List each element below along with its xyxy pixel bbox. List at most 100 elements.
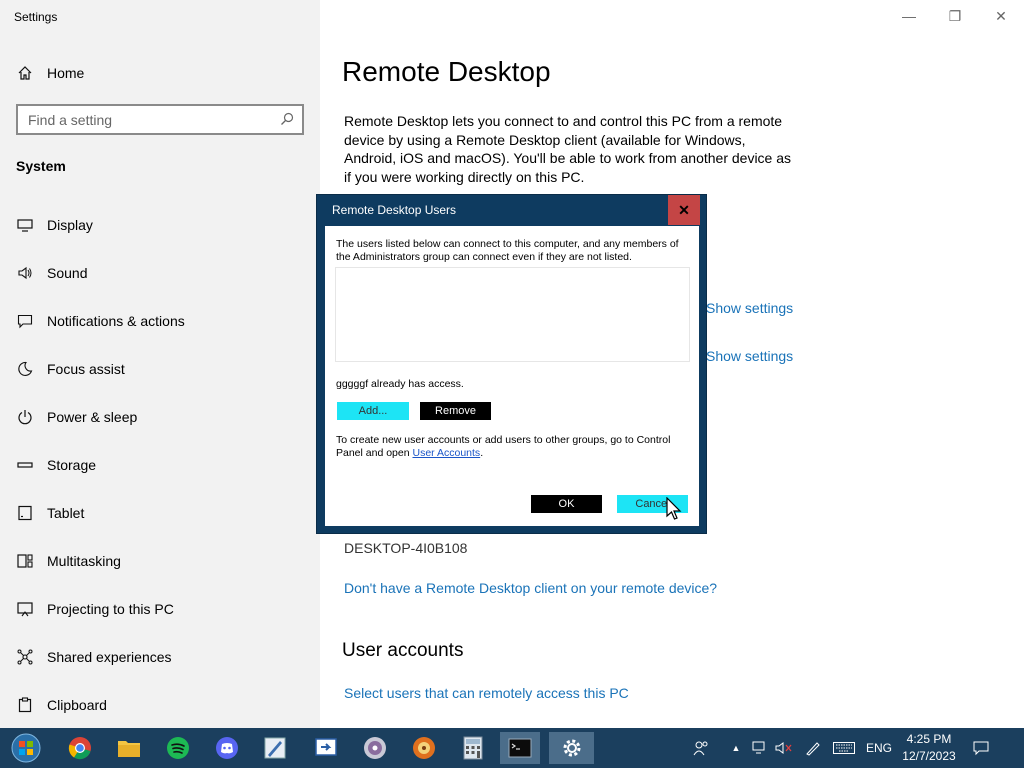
moon-icon (16, 360, 34, 378)
sidebar-item-projecting[interactable]: Projecting to this PC (0, 589, 320, 629)
minimize-icon: — (902, 8, 916, 24)
notifications-icon (16, 312, 34, 330)
volume-muted-icon (775, 742, 792, 754)
sidebar-item-label: Clipboard (47, 697, 107, 713)
user-accounts-link[interactable]: User Accounts (412, 447, 480, 459)
start-icon (11, 733, 41, 763)
sidebar-item-label: Power & sleep (47, 409, 138, 425)
taskbar-chrome[interactable] (60, 732, 100, 764)
remote-app-icon (315, 738, 337, 756)
restore-button[interactable]: ❐ (932, 0, 978, 32)
action-center-button[interactable] (968, 728, 994, 768)
sidebar-item-sound[interactable]: Sound (0, 253, 320, 293)
sidebar-item-tablet[interactable]: Tablet (0, 493, 320, 533)
sidebar-item-label: Display (47, 217, 93, 233)
minimize-button[interactable]: — (886, 0, 932, 32)
settings-icon (563, 739, 580, 757)
ok-button[interactable]: OK (531, 495, 602, 513)
remote-desktop-users-dialog: Remote Desktop Users ✕ The users listed … (316, 194, 707, 534)
taskbar-disc-app[interactable] (355, 732, 395, 764)
taskbar-clock[interactable]: 4:25 PM 12/7/2023 (897, 731, 961, 765)
close-window-button[interactable]: ✕ (978, 0, 1024, 32)
user-accounts-heading: User accounts (342, 640, 464, 661)
calculator-icon (463, 736, 483, 760)
start-button[interactable] (6, 732, 46, 764)
select-users-link[interactable]: Select users that can remotely access th… (344, 685, 629, 701)
discord-icon (216, 737, 238, 759)
multitasking-icon (16, 552, 34, 570)
sidebar-item-clipboard[interactable]: Clipboard (0, 685, 320, 725)
terminal-icon (508, 738, 532, 758)
page-description: Remote Desktop lets you connect to and c… (344, 113, 792, 185)
mouse-cursor-icon (666, 497, 682, 520)
show-settings-link-2[interactable]: Show settings (706, 348, 793, 364)
clock-time: 4:25 PM (906, 732, 952, 746)
sidebar-item-label: Sound (47, 265, 88, 281)
sidebar-item-storage[interactable]: Storage (0, 445, 320, 485)
taskbar-media-app[interactable] (404, 732, 444, 764)
tray-overflow-button[interactable]: ▲ (728, 728, 744, 768)
dialog-close-button[interactable]: ✕ (668, 195, 700, 225)
search-input[interactable] (18, 106, 268, 133)
create-info-suffix: . (480, 447, 484, 459)
settings-sidebar: Settings Home System Display Sound Notif… (0, 0, 320, 728)
users-list[interactable] (335, 267, 690, 362)
app-title: Settings (14, 10, 58, 24)
taskbar-terminal[interactable] (500, 732, 540, 764)
taskbar-discord[interactable] (207, 732, 247, 764)
access-status-text: gggggf already has access. (336, 378, 464, 390)
sidebar-item-home[interactable]: Home (0, 53, 320, 93)
taskbar-remote-app[interactable] (306, 732, 346, 764)
tablet-icon (16, 504, 34, 522)
projecting-icon (16, 600, 34, 618)
volume-button[interactable] (774, 728, 794, 768)
sidebar-item-power-sleep[interactable]: Power & sleep (0, 397, 320, 437)
create-accounts-info: To create new user accounts or add users… (336, 434, 691, 460)
sidebar-item-label: Storage (47, 457, 97, 473)
sound-icon (16, 264, 34, 282)
sidebar-item-notifications[interactable]: Notifications & actions (0, 301, 320, 341)
spotify-icon (167, 737, 189, 759)
search-field[interactable] (16, 104, 304, 135)
home-icon (16, 64, 34, 82)
create-info-text: To create new user accounts or add users… (336, 434, 671, 459)
shared-icon (16, 648, 34, 666)
close-icon: ✕ (678, 201, 690, 218)
sidebar-item-focus-assist[interactable]: Focus assist (0, 349, 320, 389)
taskbar: ▲ ENG 4:25 PM 12/7/2023 (0, 728, 1024, 768)
power-icon (16, 408, 34, 426)
pen-workspace-button[interactable] (802, 728, 824, 768)
no-client-link[interactable]: Don't have a Remote Desktop client on yo… (344, 580, 717, 596)
pen-app-icon (264, 737, 286, 759)
language-indicator[interactable]: ENG (864, 728, 894, 768)
add-user-button[interactable]: Add... (337, 402, 409, 420)
dialog-info-text: The users listed below can connect to th… (336, 238, 679, 263)
dialog-body: The users listed below can connect to th… (325, 226, 699, 526)
clipboard-icon (16, 696, 34, 714)
taskbar-file-explorer[interactable] (109, 732, 149, 764)
dialog-title: Remote Desktop Users (332, 203, 457, 217)
sidebar-item-label: Focus assist (47, 361, 125, 377)
taskbar-calculator[interactable] (453, 732, 493, 764)
sidebar-item-label: Shared experiences (47, 649, 172, 665)
taskbar-settings[interactable] (549, 732, 594, 764)
taskbar-spotify[interactable] (158, 732, 198, 764)
sidebar-item-multitasking[interactable]: Multitasking (0, 541, 320, 581)
people-icon (693, 741, 708, 756)
disc-app-icon (364, 737, 386, 759)
sidebar-item-display[interactable]: Display (0, 205, 320, 245)
people-button[interactable] (690, 728, 712, 768)
search-icon[interactable] (280, 112, 294, 126)
show-settings-link-1[interactable]: Show settings (706, 300, 793, 316)
touch-keyboard-button[interactable] (832, 728, 856, 768)
display-icon (16, 216, 34, 234)
taskbar-pen-app[interactable] (255, 732, 295, 764)
network-button[interactable] (750, 728, 770, 768)
storage-icon (16, 456, 34, 474)
notification-icon (973, 741, 989, 756)
file-explorer-icon (118, 741, 140, 757)
remove-user-button[interactable]: Remove (420, 402, 491, 420)
sidebar-item-shared-experiences[interactable]: Shared experiences (0, 637, 320, 677)
sidebar-item-label: Projecting to this PC (47, 601, 174, 617)
page-title: Remote Desktop (342, 56, 551, 87)
